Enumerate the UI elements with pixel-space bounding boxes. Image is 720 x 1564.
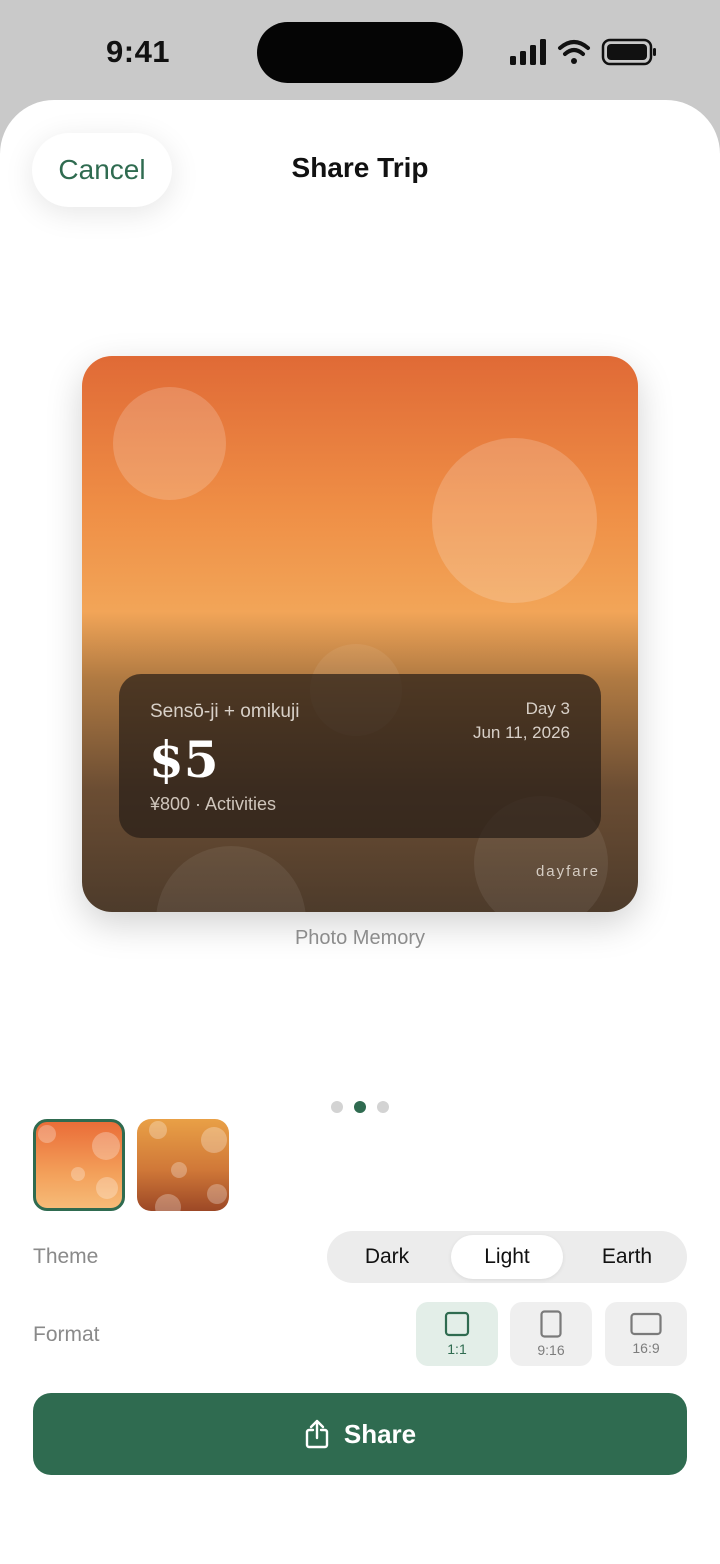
thumb-bokeh (149, 1121, 167, 1139)
share-button[interactable]: Share (33, 1393, 687, 1475)
theme-option-dark[interactable]: Dark (331, 1235, 443, 1279)
status-time: 9:41 (106, 34, 171, 69)
square-ratio-icon (444, 1311, 470, 1337)
share-button-label: Share (343, 1418, 417, 1449)
bokeh-circle (156, 846, 306, 912)
expense-info-panel: Sensō-ji + omikuji $5 ¥800 · Activities … (119, 674, 601, 838)
place-name: Sensō-ji + omikuji (150, 701, 300, 722)
format-option-square[interactable]: 1:1 (416, 1302, 498, 1366)
signal-icon (510, 39, 546, 65)
bokeh-circle (113, 387, 226, 500)
bokeh-circle (432, 438, 597, 603)
page-dot[interactable] (331, 1101, 343, 1113)
share-icon (305, 1419, 329, 1449)
thumb-bokeh (207, 1184, 227, 1204)
brand-watermark: dayfare (535, 863, 600, 880)
thumb-bokeh (201, 1127, 227, 1153)
landscape-ratio-icon (630, 1312, 662, 1336)
sheet-title: Share Trip (291, 152, 429, 183)
share-preview-card[interactable]: Sensō-ji + omikuji $5 ¥800 · Activities … (82, 356, 638, 912)
card-style-caption: Photo Memory (294, 927, 426, 949)
theme-option-light[interactable]: Light (451, 1235, 563, 1279)
wifi-icon (558, 40, 590, 64)
format-option-portrait[interactable]: 9:16 (510, 1302, 592, 1366)
theme-label: Theme (33, 1245, 99, 1268)
thumbnail-amber[interactable] (137, 1119, 229, 1211)
format-label: Format (33, 1323, 100, 1346)
trip-date: Jun 11, 2026 (472, 723, 570, 742)
battery-icon (601, 38, 656, 66)
amount-value: $5 (149, 730, 219, 789)
page-indicator[interactable] (331, 1101, 389, 1113)
page-dot[interactable] (377, 1101, 389, 1113)
portrait-ratio-icon (540, 1310, 562, 1338)
thumbnail-sunset[interactable] (33, 1119, 125, 1211)
share-sheet: Cancel Share Trip Sensō-ji + omikuji $5 … (0, 100, 720, 1564)
thumb-bokeh (155, 1194, 181, 1211)
thumb-bokeh (171, 1162, 187, 1178)
thumb-bokeh (96, 1177, 118, 1199)
theme-segmented-control: Dark Light Earth (327, 1231, 687, 1283)
dynamic-island (257, 22, 463, 83)
format-option-landscape[interactable]: 16:9 (605, 1302, 687, 1366)
format-ratio-label: 16:9 (632, 1340, 660, 1356)
status-icons (510, 38, 656, 66)
thumb-bokeh (92, 1132, 120, 1160)
trip-day: Day 3 (525, 699, 570, 718)
thumb-bokeh (38, 1125, 56, 1143)
theme-option-earth[interactable]: Earth (571, 1235, 683, 1279)
format-ratio-label: 1:1 (447, 1341, 467, 1357)
amount-subtitle: ¥800 · Activities (150, 794, 277, 814)
status-bar: 9:41 (0, 0, 720, 100)
format-ratio-label: 9:16 (537, 1342, 565, 1358)
thumb-bokeh (71, 1167, 85, 1181)
page-dot-active[interactable] (354, 1101, 366, 1113)
